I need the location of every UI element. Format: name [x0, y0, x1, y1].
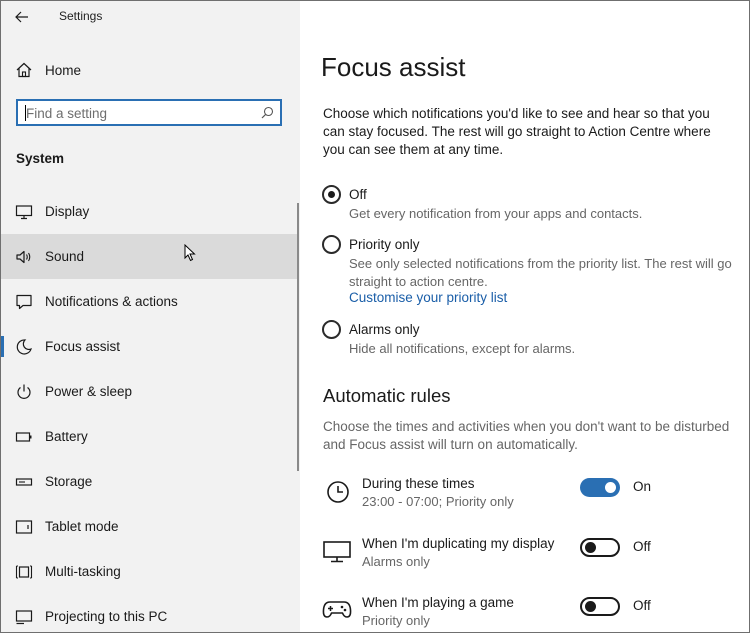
- sidebar-item-label: Display: [45, 204, 90, 219]
- sidebar-item-label: Projecting to this PC: [45, 609, 168, 624]
- projector-icon: [15, 610, 33, 625]
- toggle-switch[interactable]: [580, 478, 620, 497]
- sidebar-nav: Display Sound Notifications & actions Fo…: [1, 189, 300, 632]
- sidebar-item-label: Multi-tasking: [45, 564, 121, 579]
- automatic-rules-description: Choose the times and activities when you…: [323, 419, 730, 452]
- radio-priority-only[interactable]: [322, 235, 341, 254]
- automatic-rules-title: Automatic rules: [323, 385, 451, 406]
- rule-detail: Priority only: [362, 613, 430, 628]
- search-icon: [261, 106, 274, 119]
- option-label: Off: [349, 187, 367, 202]
- option-label: Alarms only: [349, 322, 420, 337]
- gamepad-icon: [322, 601, 352, 618]
- rule-name: When I'm duplicating my display: [362, 536, 555, 551]
- speaker-icon: [16, 250, 31, 264]
- monitor-icon: [15, 205, 33, 220]
- sidebar-item-battery[interactable]: Battery: [1, 414, 298, 459]
- sidebar-item-tablet-mode[interactable]: Tablet mode: [1, 504, 298, 549]
- option-description: Get every notification from your apps an…: [349, 206, 643, 221]
- sidebar-item-home[interactable]: Home: [1, 56, 300, 86]
- rule-during-these-times[interactable]: During these times 23:00 - 07:00; Priori…: [322, 476, 742, 516]
- sidebar-item-storage[interactable]: Storage: [1, 459, 298, 504]
- display-icon: [323, 541, 351, 563]
- radio-off[interactable]: [322, 185, 341, 204]
- power-icon: [17, 384, 31, 399]
- radio-alarms-only[interactable]: [322, 320, 341, 339]
- back-arrow-icon: [15, 11, 28, 23]
- search-box[interactable]: [16, 99, 282, 126]
- rule-name: When I'm playing a game: [362, 595, 514, 610]
- toggle-switch[interactable]: [580, 538, 620, 557]
- moon-icon: [16, 339, 32, 355]
- toggle-switch[interactable]: [580, 597, 620, 616]
- settings-window: Settings Home System Display: [0, 0, 750, 633]
- storage-icon: [15, 478, 33, 486]
- sidebar-item-label: Battery: [45, 429, 88, 444]
- sidebar-item-label: Home: [45, 63, 82, 78]
- sidebar-item-label: Focus assist: [45, 339, 121, 354]
- battery-icon: [15, 432, 32, 442]
- search-input[interactable]: [26, 104, 254, 122]
- sidebar-item-sound[interactable]: Sound: [1, 234, 298, 279]
- sidebar-item-notifications[interactable]: Notifications & actions: [1, 279, 298, 324]
- sidebar-item-projecting[interactable]: Projecting to this PC: [1, 594, 298, 632]
- sidebar-item-focus-assist[interactable]: Focus assist: [1, 324, 298, 369]
- app-title: Settings: [59, 9, 103, 23]
- back-button[interactable]: [11, 6, 33, 28]
- toggle-state-label: Off: [633, 539, 651, 554]
- intro-text: Choose which notifications you'd like to…: [323, 106, 711, 157]
- sidebar: Settings Home System Display: [1, 1, 300, 632]
- option-description: See only selected notifications from the…: [349, 256, 732, 289]
- sidebar-item-label: Power & sleep: [45, 384, 133, 399]
- sidebar-item-display[interactable]: Display: [1, 189, 298, 234]
- sidebar-item-multitasking[interactable]: Multi-tasking: [1, 549, 298, 594]
- option-label: Priority only: [349, 237, 420, 252]
- option-description: Hide all notifications, except for alarm…: [349, 341, 576, 356]
- sidebar-item-label: Tablet mode: [45, 519, 119, 534]
- multitasking-icon: [15, 565, 33, 579]
- section-label: System: [16, 151, 65, 166]
- toggle-state-label: Off: [633, 598, 651, 613]
- rule-detail: 23:00 - 07:00; Priority only: [362, 494, 514, 509]
- rule-playing-game[interactable]: When I'm playing a game Priority only Of…: [322, 595, 742, 632]
- tablet-icon: [15, 520, 33, 534]
- page-title: Focus assist: [321, 52, 466, 82]
- main-content: Focus assist Choose which notifications …: [300, 1, 749, 632]
- sidebar-item-label: Storage: [45, 474, 93, 489]
- rule-duplicating-display[interactable]: When I'm duplicating my display Alarms o…: [322, 536, 742, 576]
- customise-priority-list-link[interactable]: Customise your priority list: [349, 290, 507, 305]
- option-priority-only[interactable]: Priority only See only selected notifica…: [322, 235, 742, 309]
- sidebar-item-power-sleep[interactable]: Power & sleep: [1, 369, 298, 414]
- clock-icon: [327, 481, 349, 503]
- home-icon: [16, 62, 32, 78]
- toggle-knob: [585, 542, 596, 553]
- toggle-knob: [605, 482, 616, 493]
- rule-name: During these times: [362, 476, 475, 491]
- toggle-knob: [585, 601, 596, 612]
- option-alarms-only[interactable]: Alarms only Hide all notifications, exce…: [322, 320, 742, 360]
- option-off[interactable]: Off Get every notification from your app…: [322, 185, 742, 225]
- selection-indicator: [1, 336, 4, 357]
- sidebar-scrollbar[interactable]: [297, 203, 299, 471]
- sidebar-item-label: Sound: [45, 249, 85, 264]
- notification-icon: [16, 294, 32, 310]
- sidebar-item-label: Notifications & actions: [45, 294, 178, 309]
- rule-detail: Alarms only: [362, 554, 430, 569]
- mouse-pointer-icon: [184, 244, 196, 262]
- toggle-state-label: On: [633, 479, 652, 494]
